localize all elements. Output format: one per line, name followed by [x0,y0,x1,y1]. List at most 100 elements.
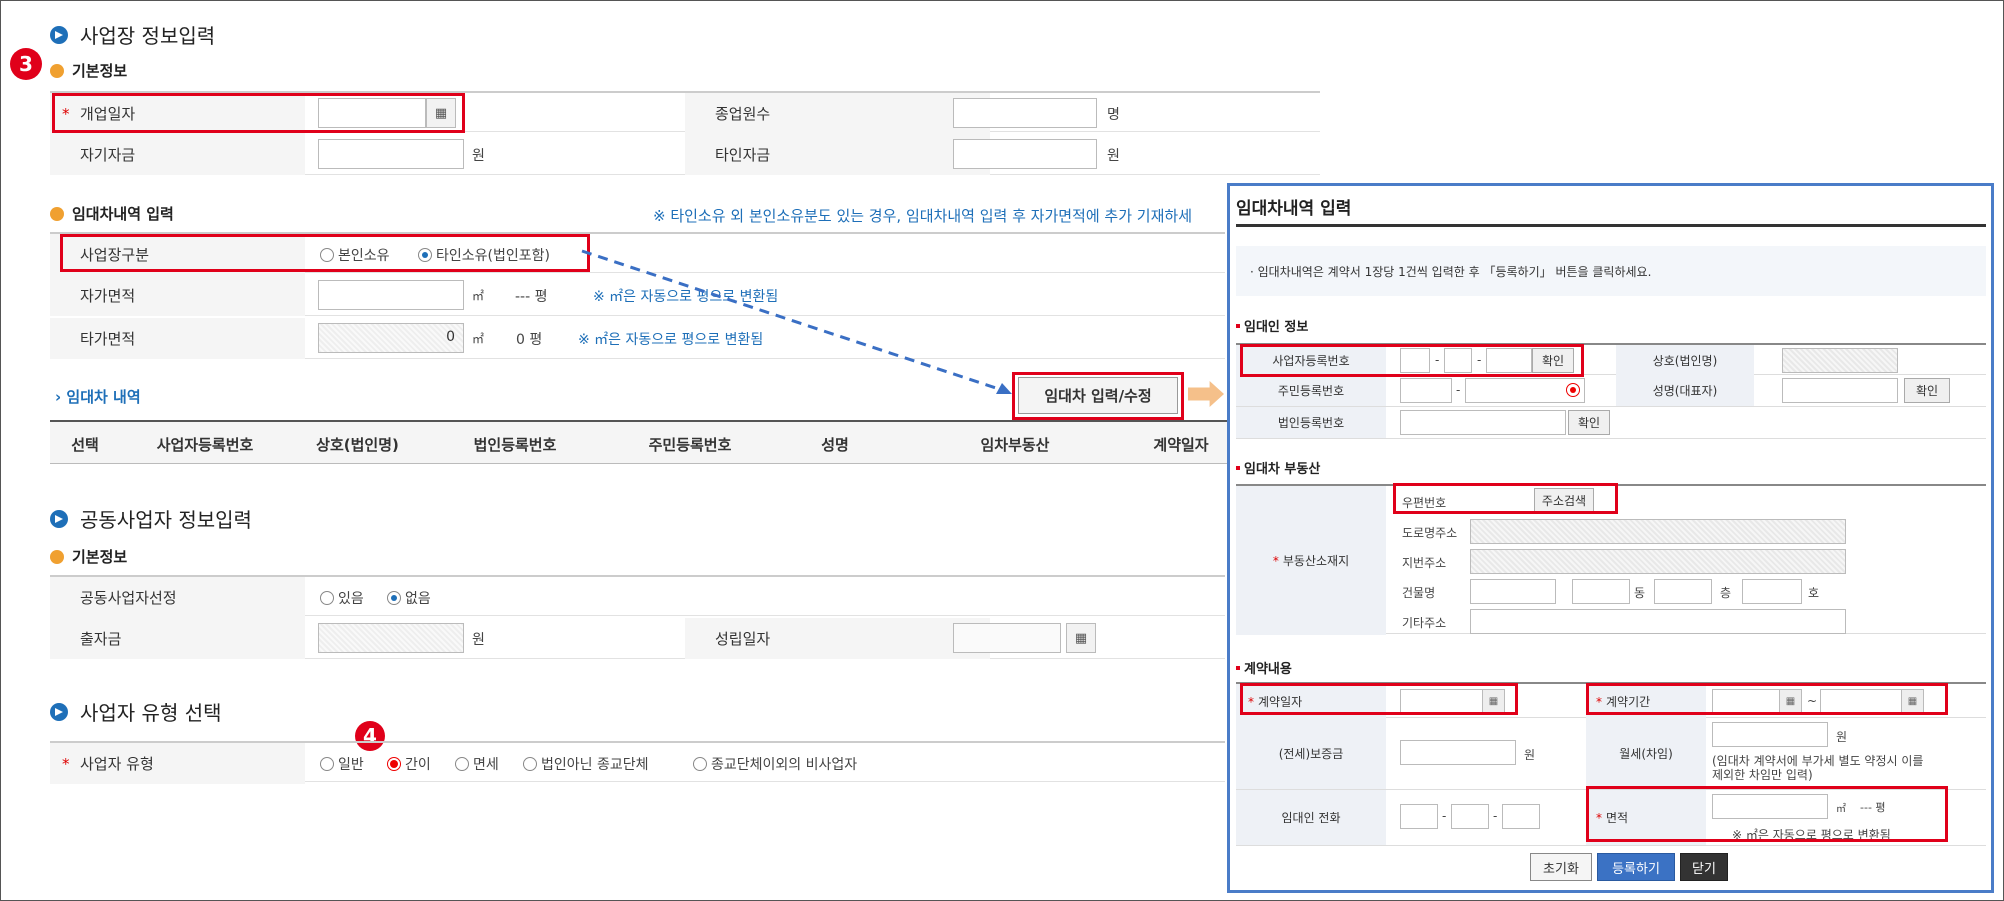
subtitle-basic-info: 기본정보 [50,60,127,81]
radio-simplified[interactable]: 간이 [387,754,431,774]
arrow-circle-icon [50,509,68,528]
radio-icon [693,757,707,771]
register-button[interactable]: 등록하기 [1597,853,1675,881]
other-capital-input[interactable] [953,139,1097,169]
other-area-pyeong: 0 평 [516,332,543,348]
deposit-unit: 원 [1524,748,1536,762]
label-text: 성립일자 [715,630,771,648]
employees-unit: 명 [1107,107,1120,123]
radio-religious[interactable]: 법인아닌 종교단체 [523,754,649,774]
crn-input[interactable] [1400,410,1566,435]
lot-address-label: 지번주소 [1402,556,1447,570]
phone-part1[interactable] [1400,804,1438,829]
deposit-input[interactable] [1400,740,1516,765]
highlight-site-type [60,234,590,272]
highlight-lease-edit [1012,372,1184,420]
phone-part2[interactable] [1451,804,1489,829]
reset-button[interactable]: 초기화 [1530,853,1592,881]
monthly-input[interactable] [1712,722,1828,747]
keyboard-security-icon[interactable] [1566,383,1580,397]
other-area-input: 0 [318,323,464,353]
own-area-label: 자가면적 [50,275,305,316]
row-lessor-rrn: 주민등록번호 - 성명(대표자) 확인 [1236,375,1986,407]
row-capital: 자기자금 원 타인자금 원 [50,134,1320,175]
section-title-text: 사업자 유형 선택 [80,701,222,725]
bullet-icon [50,549,64,564]
section-title-text: 사업장 정보입력 [80,24,216,48]
radio-nonbusiness[interactable]: 종교단체이외의 비사업자 [693,754,857,774]
section-title-partner: 공동사업자 정보입력 [50,504,252,533]
own-capital-unit: 원 [472,148,485,164]
building-label: 건물명 [1402,586,1436,600]
name-confirm-button[interactable]: 확인 [1904,378,1950,403]
other-capital-unit: 원 [1107,148,1120,164]
radio-label: 종교단체이외의 비사업자 [711,757,858,773]
own-area-input[interactable] [318,280,464,310]
section-title-biztype: 사업자 유형 선택 [50,697,222,726]
col-brn: 사업자등록번호 [156,435,254,454]
lease-table-header: 선택 사업자등록번호 상호(법인명) 법인등록번호 주민등록번호 성명 임차부동… [50,420,1227,464]
radio-icon [523,757,537,771]
calendar-icon[interactable]: ▦ [1066,623,1096,653]
ho-label: 호 [1808,586,1820,600]
chevron-right-icon: › [55,388,62,406]
radio-label: 법인아닌 종교단체 [541,757,649,773]
bullet-icon [50,206,64,221]
radio-partner-yes[interactable]: 있음 [320,588,364,608]
radio-icon [455,757,469,771]
radio-general[interactable]: 일반 [320,754,364,774]
col-property: 임차부동산 [980,435,1050,454]
highlight-brn [1240,344,1584,377]
employees-input[interactable] [953,98,1097,128]
rrn-part1[interactable] [1400,378,1452,403]
employees-label: 종업원수 [685,93,990,134]
road-address-label: 도로명주소 [1402,526,1458,540]
radio-icon [320,591,334,605]
popup-title: 임대차내역 입력 [1236,199,1352,219]
rrn-label: 주민등록번호 [1236,375,1386,406]
row-biztype: * 사업자 유형 일반 간이 면세 법인아닌 종교단체 종교단체이외의 비사업자 [50,741,1225,784]
highlight-zipcode [1393,483,1618,514]
investment-label: 출자금 [50,618,305,659]
floor-input[interactable] [1654,579,1712,604]
row-investment: 출자금 원 성립일자 ▦ [50,618,1225,659]
close-button[interactable]: 닫기 [1680,853,1728,881]
highlight-contract-period [1586,683,1948,715]
company-label: 상호(법인명) [1616,345,1754,376]
ho-input[interactable] [1742,579,1802,604]
other-area-label: 타가면적 [50,318,305,359]
popup-title-bar [1236,224,1986,227]
biztype-label: * 사업자 유형 [50,743,305,784]
required-mark: * [62,754,70,773]
est-date-input[interactable] [953,623,1061,653]
lot-address-input [1470,549,1846,574]
phone-label: 임대인 전화 [1236,790,1386,845]
label-text: 타인자금 [715,146,771,164]
subtitle-text: 기본정보 [72,62,128,80]
radio-partner-no[interactable]: 없음 [387,588,431,608]
col-rrn: 주민등록번호 [648,435,732,454]
name-label: 성명(대표자) [1616,375,1754,406]
monthly-label: 월세(차임) [1586,718,1706,789]
own-capital-input[interactable] [318,139,464,169]
crn-confirm-button[interactable]: 확인 [1568,410,1610,435]
row-deposit: (전세)보증금 원 월세(차임) 원 (임대차 계약서에 부가세 별도 약정시 … [1236,718,1986,790]
etc-address-label: 기타주소 [1402,616,1447,630]
dong-input[interactable] [1572,579,1630,604]
phone-part3[interactable] [1502,804,1540,829]
lease-list-title: › 임대차 내역 [55,386,141,407]
radio-taxfree[interactable]: 면세 [455,754,499,774]
etc-address-input[interactable] [1470,609,1846,634]
investment-unit: 원 [472,632,485,648]
col-name: 성명 [821,435,849,454]
deposit-label: (전세)보증금 [1236,718,1386,789]
row-lessor-crn: 법인등록번호 확인 [1236,407,1986,439]
popup-notice: · 임대차내역은 계약서 1장당 1건씩 입력한 후 「등록하기」 버튼을 클릭… [1236,246,1986,296]
name-input[interactable] [1782,378,1898,403]
monthly-note: (임대차 계약서에 부가세 별도 약정시 이를 제외한 차임만 입력) [1712,754,1924,782]
lease-list-title-text: 임대차 내역 [66,388,141,406]
row-partner-select: 공동사업자선정 있음 없음 [50,575,1225,618]
col-crn: 법인등록번호 [473,435,557,454]
building-input[interactable] [1470,579,1556,604]
other-area-unit: ㎡ [472,332,485,346]
